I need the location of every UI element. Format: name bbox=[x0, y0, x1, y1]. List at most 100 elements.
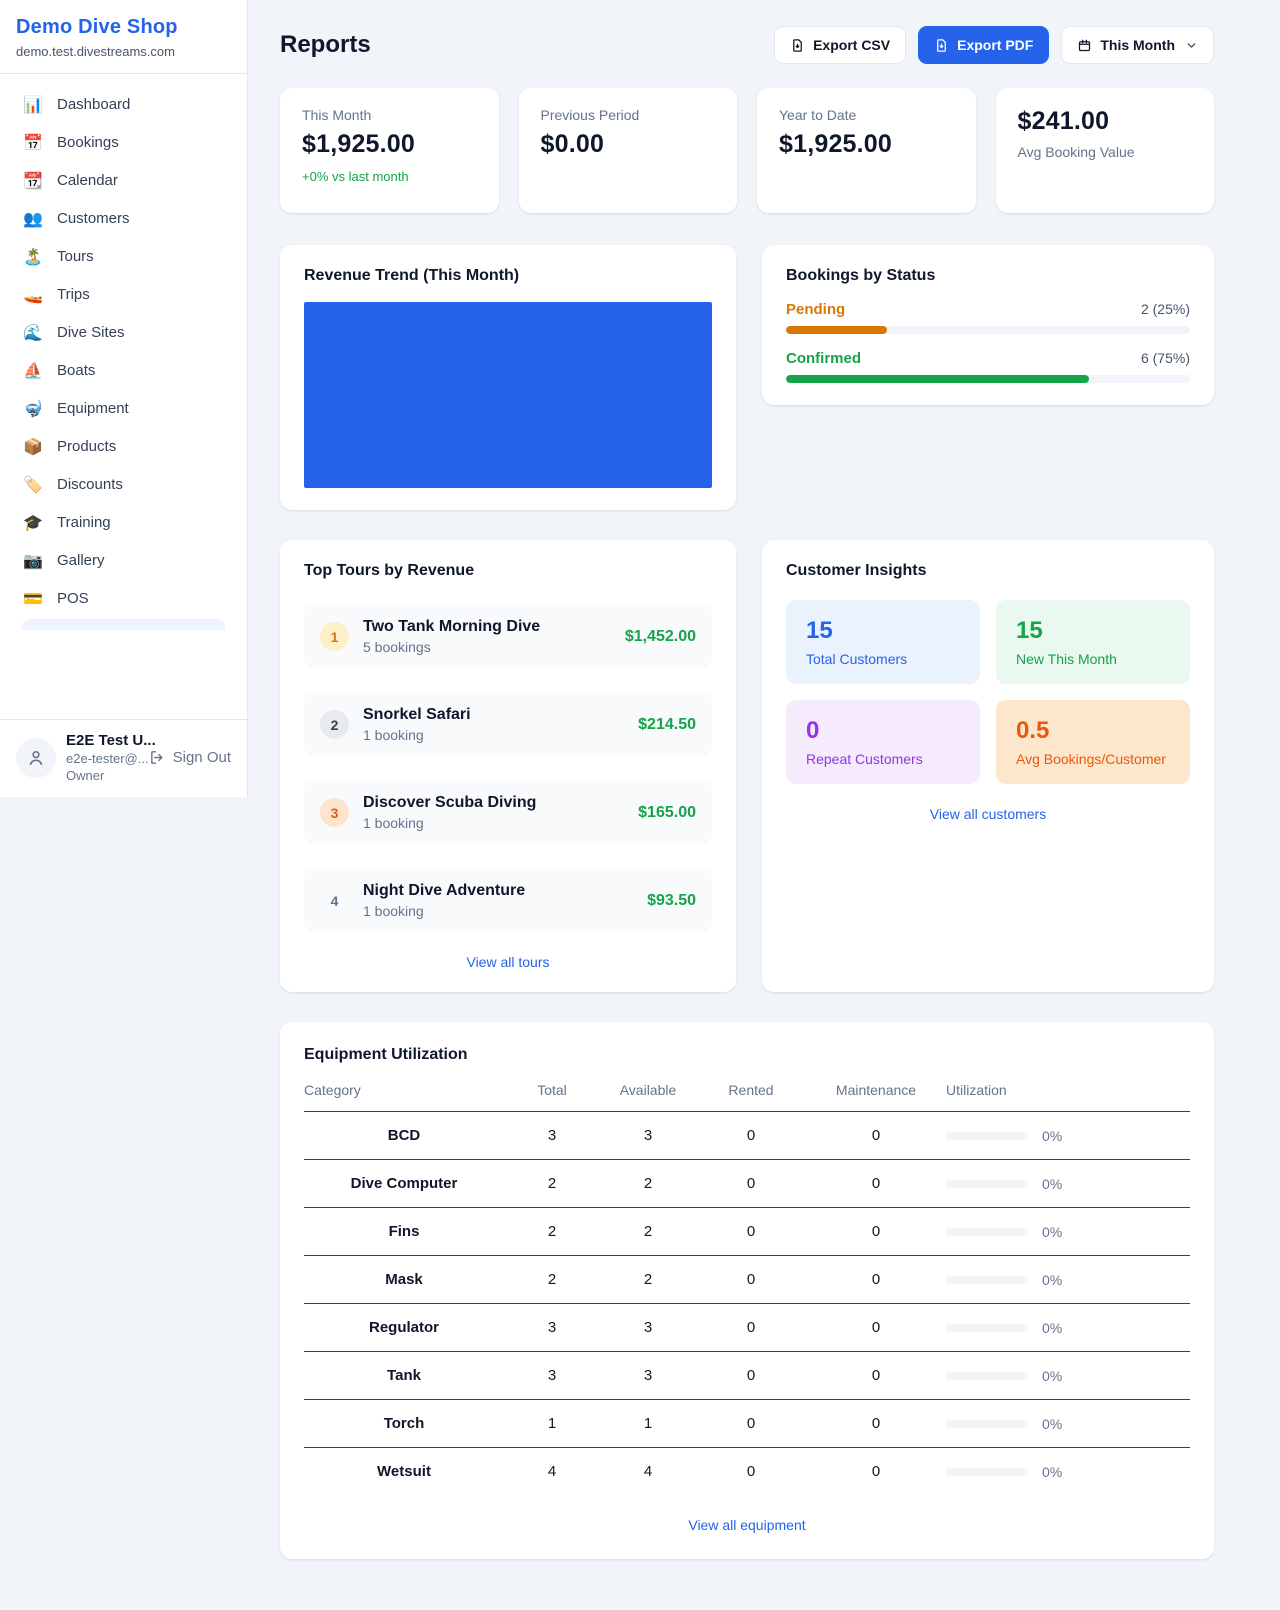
table-row: Torch 1 1 0 0 0% bbox=[304, 1400, 1190, 1448]
tour-revenue: $214.50 bbox=[638, 716, 696, 734]
sign-out-button[interactable]: Sign Out bbox=[149, 749, 231, 766]
cell-available: 2 bbox=[600, 1208, 696, 1256]
page-header: Reports Export CSV Export PDF bbox=[280, 26, 1214, 64]
insight-value: 15 bbox=[1016, 617, 1170, 645]
sidebar-item-label: Bookings bbox=[57, 134, 119, 151]
sidebar-item-trips[interactable]: 🚤 Trips bbox=[12, 276, 235, 313]
col-header-category: Category bbox=[304, 1082, 504, 1112]
tours-insights-row: Top Tours by Revenue 1 Two Tank Morning … bbox=[280, 540, 1214, 992]
cell-total: 3 bbox=[504, 1352, 600, 1400]
sidebar-item-label: Dashboard bbox=[57, 96, 130, 113]
insight-label: Repeat Customers bbox=[806, 751, 960, 767]
utilization-pct: 0% bbox=[1042, 1416, 1062, 1432]
utilization-pct: 0% bbox=[1042, 1176, 1062, 1192]
table-row: Dive Computer 2 2 0 0 0% bbox=[304, 1160, 1190, 1208]
cell-total: 4 bbox=[504, 1448, 600, 1496]
utilization-track bbox=[946, 1180, 1028, 1188]
sidebar-item-tours[interactable]: 🏝️ Tours bbox=[12, 238, 235, 275]
revenue-trend-title: Revenue Trend (This Month) bbox=[304, 267, 712, 285]
main-content: Reports Export CSV Export PDF bbox=[248, 0, 1246, 1605]
cell-category: BCD bbox=[304, 1112, 504, 1160]
cell-utilization: 0% bbox=[946, 1304, 1190, 1352]
col-header-rented: Rented bbox=[696, 1082, 806, 1112]
stat-card-year-to-date: Year to Date $1,925.00 bbox=[757, 88, 976, 213]
status-count: 2 (25%) bbox=[1141, 301, 1190, 317]
top-tours-card: Top Tours by Revenue 1 Two Tank Morning … bbox=[280, 540, 736, 992]
export-pdf-button[interactable]: Export PDF bbox=[918, 26, 1049, 64]
stat-label: Previous Period bbox=[541, 107, 716, 123]
tour-bookings: 1 booking bbox=[363, 903, 633, 919]
cell-category: Mask bbox=[304, 1256, 504, 1304]
view-all-equipment-link[interactable]: View all equipment bbox=[304, 1517, 1190, 1533]
utilization-pct: 0% bbox=[1042, 1368, 1062, 1384]
sidebar-item-label: Training bbox=[57, 514, 111, 531]
cell-utilization: 0% bbox=[946, 1400, 1190, 1448]
stat-value: $1,925.00 bbox=[779, 130, 954, 159]
insight-value: 0.5 bbox=[1016, 717, 1170, 745]
bookings-by-status-card: Bookings by Status Pending 2 (25%) Confi… bbox=[762, 245, 1214, 405]
bookings-by-status-title: Bookings by Status bbox=[786, 267, 1190, 285]
progress-track bbox=[786, 326, 1190, 334]
stats-row: This Month $1,925.00 +0% vs last month P… bbox=[280, 88, 1214, 213]
sidebar-item-label: Gallery bbox=[57, 552, 105, 569]
cell-utilization: 0% bbox=[946, 1160, 1190, 1208]
insight-value: 0 bbox=[806, 717, 960, 745]
sidebar-item-training[interactable]: 🎓 Training bbox=[12, 504, 235, 541]
sidebar-item-customers[interactable]: 👥 Customers bbox=[12, 200, 235, 237]
sidebar-item-calendar[interactable]: 📆 Calendar bbox=[12, 162, 235, 199]
period-dropdown[interactable]: This Month bbox=[1061, 26, 1214, 64]
tour-revenue: $165.00 bbox=[638, 804, 696, 822]
sidebar-item-label: Trips bbox=[57, 286, 90, 303]
page-title: Reports bbox=[280, 31, 371, 59]
cell-maintenance: 0 bbox=[806, 1352, 946, 1400]
equipment-utilization-title: Equipment Utilization bbox=[304, 1046, 1190, 1064]
sidebar-item-equipment[interactable]: 🤿 Equipment bbox=[12, 390, 235, 427]
insight-value: 15 bbox=[806, 617, 960, 645]
col-header-available: Available bbox=[600, 1082, 696, 1112]
utilization-track bbox=[946, 1132, 1028, 1140]
sidebar-item-pos[interactable]: 💳 POS bbox=[12, 580, 235, 617]
progress-fill bbox=[786, 326, 887, 334]
user-email: e2e-tester@... bbox=[66, 751, 139, 766]
dashboard-icon: 📊 bbox=[22, 97, 44, 113]
view-all-tours-link[interactable]: View all tours bbox=[304, 954, 712, 970]
sidebar-item-products[interactable]: 📦 Products bbox=[12, 428, 235, 465]
progress-fill bbox=[786, 375, 1089, 383]
cell-maintenance: 0 bbox=[806, 1448, 946, 1496]
insight-label: Avg Bookings/Customer bbox=[1016, 751, 1170, 767]
cell-total: 2 bbox=[504, 1256, 600, 1304]
cell-utilization: 0% bbox=[946, 1448, 1190, 1496]
sidebar: Demo Dive Shop demo.test.divestreams.com… bbox=[0, 0, 248, 797]
sidebar-item-reports-partial[interactable] bbox=[22, 619, 225, 630]
cell-available: 4 bbox=[600, 1448, 696, 1496]
chevron-down-icon bbox=[1185, 39, 1198, 52]
insight-avg-bookings: 0.5 Avg Bookings/Customer bbox=[996, 700, 1190, 784]
export-csv-label: Export CSV bbox=[813, 37, 890, 53]
table-row: Wetsuit 4 4 0 0 0% bbox=[304, 1448, 1190, 1496]
rank-badge: 2 bbox=[320, 710, 349, 739]
table-row: Mask 2 2 0 0 0% bbox=[304, 1256, 1190, 1304]
sidebar-item-discounts[interactable]: 🏷️ Discounts bbox=[12, 466, 235, 503]
sidebar-item-dashboard[interactable]: 📊 Dashboard bbox=[12, 86, 235, 123]
sidebar-item-gallery[interactable]: 📷 Gallery bbox=[12, 542, 235, 579]
rank-badge: 4 bbox=[320, 886, 349, 915]
bookings-calendar-icon: 📅 bbox=[22, 135, 44, 151]
view-all-customers-link[interactable]: View all customers bbox=[786, 806, 1190, 822]
export-csv-button[interactable]: Export CSV bbox=[774, 26, 906, 64]
cell-rented: 0 bbox=[696, 1112, 806, 1160]
sidebar-item-bookings[interactable]: 📅 Bookings bbox=[12, 124, 235, 161]
cell-total: 3 bbox=[504, 1112, 600, 1160]
cell-maintenance: 0 bbox=[806, 1256, 946, 1304]
sidebar-item-dive-sites[interactable]: 🌊 Dive Sites bbox=[12, 314, 235, 351]
charts-row: Revenue Trend (This Month) Bookings by S… bbox=[280, 245, 1214, 510]
insight-label: Total Customers bbox=[806, 651, 960, 667]
calendar-icon: 📆 bbox=[22, 173, 44, 189]
sidebar-item-label: Dive Sites bbox=[57, 324, 125, 341]
cell-rented: 0 bbox=[696, 1352, 806, 1400]
avatar bbox=[16, 738, 56, 778]
cell-total: 1 bbox=[504, 1400, 600, 1448]
cell-rented: 0 bbox=[696, 1448, 806, 1496]
sidebar-item-boats[interactable]: ⛵ Boats bbox=[12, 352, 235, 389]
tour-revenue: $93.50 bbox=[647, 892, 696, 910]
calendar-icon bbox=[1077, 38, 1092, 53]
